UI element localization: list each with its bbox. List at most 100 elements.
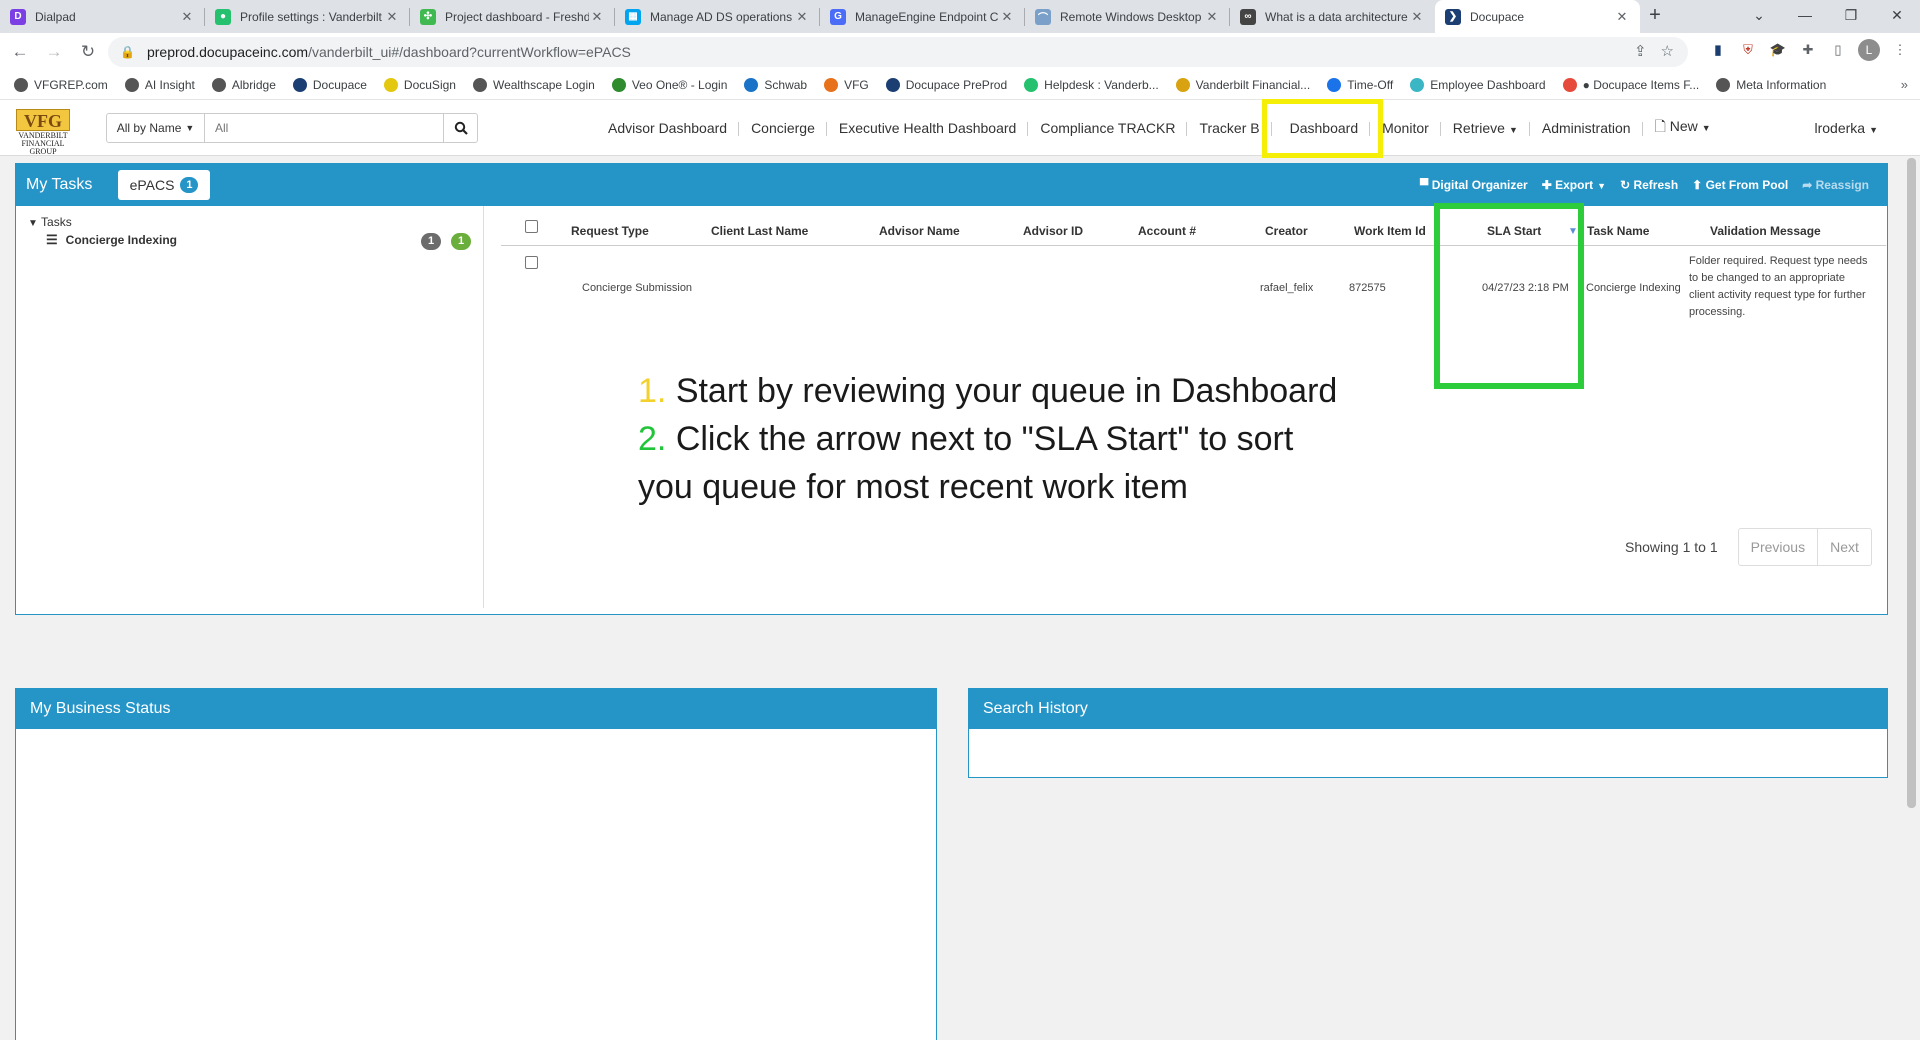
bookmark-favicon-icon	[824, 78, 839, 92]
tab-search-icon[interactable]: ⌄	[1736, 0, 1782, 30]
close-window-icon[interactable]: ✕	[1874, 0, 1920, 30]
bookmark-item[interactable]: Employee Dashboard	[1410, 78, 1546, 92]
extensions-puzzle-icon[interactable]: ✚	[1798, 40, 1818, 60]
search-scope-dropdown[interactable]: All by Name ▼	[107, 114, 205, 142]
search-history-panel: Search History	[968, 688, 1888, 778]
freshworks-icon: ✣	[420, 8, 436, 25]
next-page-button[interactable]: Next	[1818, 529, 1871, 565]
bookmark-item[interactable]: VFGREP.com	[14, 78, 108, 92]
tab-epacs[interactable]: ePACS 1	[118, 170, 210, 200]
bookmark-item[interactable]: DocuSign	[383, 78, 456, 92]
bookmark-favicon-icon	[1327, 78, 1342, 92]
col-creator[interactable]: Creator	[1265, 224, 1308, 238]
tab-close-icon[interactable]: ✕	[1409, 9, 1425, 25]
profile-avatar[interactable]: L	[1858, 39, 1880, 61]
digital-organizer-button[interactable]: ▀ Digital Organizer	[1420, 178, 1528, 192]
tab-close-icon[interactable]: ✕	[179, 9, 195, 25]
previous-page-button[interactable]: Previous	[1739, 529, 1819, 565]
search-button[interactable]	[443, 114, 477, 142]
forward-icon[interactable]: →	[40, 42, 68, 62]
bookmark-item[interactable]: VFG	[824, 78, 869, 92]
side-panel-icon[interactable]: ▯	[1828, 40, 1848, 60]
col-client-last-name[interactable]: Client Last Name	[711, 224, 808, 238]
maximize-icon[interactable]: ❐	[1828, 0, 1874, 30]
bookmark-star-icon[interactable]: ☆	[1661, 42, 1674, 60]
extension-hat-icon[interactable]: 🎓	[1768, 40, 1788, 60]
nav-tracker-b[interactable]: Tracker B	[1187, 120, 1272, 136]
browser-tab[interactable]: G ManageEngine Endpoint C ✕	[820, 0, 1025, 33]
bookmark-item[interactable]: Vanderbilt Financial...	[1175, 78, 1310, 92]
share-icon[interactable]: ⇪	[1634, 42, 1647, 60]
refresh-button[interactable]: ↻ Refresh	[1620, 178, 1678, 192]
bookmark-item[interactable]: Schwab	[744, 78, 807, 92]
col-advisor-name[interactable]: Advisor Name	[879, 224, 960, 238]
browser-tab[interactable]: D Dialpad ✕	[0, 0, 205, 33]
table-row[interactable]: Concierge Submission rafael_felix 872575…	[501, 246, 1886, 326]
col-validation-message[interactable]: Validation Message	[1710, 224, 1821, 238]
browser-tab[interactable]: ● Profile settings : Vanderbilt ✕	[205, 0, 410, 33]
nav-compliance-trackr[interactable]: Compliance TRACKR	[1028, 120, 1188, 136]
row-checkbox[interactable]	[525, 256, 538, 269]
tab-title: Dialpad	[35, 9, 76, 24]
tab-close-icon[interactable]: ✕	[1614, 9, 1630, 25]
export-button[interactable]: ✚ Export ▼	[1542, 178, 1606, 192]
cell-request-type: Concierge Submission	[582, 282, 693, 294]
tab-close-icon[interactable]: ✕	[794, 9, 810, 25]
nav-concierge[interactable]: Concierge	[739, 120, 827, 136]
bookmarks-overflow-icon[interactable]: »	[1901, 77, 1908, 92]
tab-close-icon[interactable]: ✕	[999, 9, 1015, 25]
bookmark-item[interactable]: Time-Off	[1327, 78, 1393, 92]
bookmark-item[interactable]: Meta Information	[1716, 78, 1826, 92]
nav-administration[interactable]: Administration	[1530, 120, 1643, 136]
extension-shield-icon[interactable]: ⛨	[1738, 40, 1758, 60]
browser-tab[interactable]: ❯ Docupace ✕	[1435, 0, 1640, 33]
col-task-name[interactable]: Task Name	[1587, 224, 1649, 238]
refresh-icon: ↻	[1620, 178, 1631, 192]
browser-tab[interactable]: ∞ What is a data architecture ✕	[1230, 0, 1435, 33]
new-tab-button[interactable]: +	[1640, 0, 1670, 33]
bookmark-item[interactable]: AI Insight	[124, 78, 195, 92]
browser-tab[interactable]: ▦ Manage AD DS operations ✕	[615, 0, 820, 33]
scrollbar-thumb[interactable]	[1907, 158, 1916, 808]
tab-close-icon[interactable]: ✕	[384, 9, 400, 25]
col-request-type[interactable]: Request Type	[571, 224, 649, 238]
back-icon[interactable]: ←	[6, 42, 34, 62]
nav-advisor-dashboard[interactable]: Advisor Dashboard	[596, 120, 740, 136]
browser-menu-icon[interactable]: ⋮	[1890, 40, 1910, 60]
tab-close-icon[interactable]: ✕	[589, 9, 605, 25]
col-work-item-id[interactable]: Work Item Id	[1354, 224, 1426, 238]
get-from-pool-button[interactable]: ⬆ Get From Pool	[1692, 178, 1788, 192]
bookmark-item[interactable]: Wealthscape Login	[472, 78, 595, 92]
url-bar[interactable]: 🔒 preprod.docupaceinc.com/vanderbilt_ui#…	[108, 37, 1688, 67]
bookmark-item[interactable]: Docupace	[292, 78, 367, 92]
browser-tab[interactable]: ✣ Project dashboard - Freshd ✕	[410, 0, 615, 33]
lock-icon[interactable]: 🔒	[120, 45, 135, 59]
vfg-logo[interactable]: VFG VANDERBILT FINANCIAL GROUP	[16, 109, 70, 156]
reassign-button[interactable]: ➦ Reassign	[1802, 178, 1869, 192]
reload-icon[interactable]: ↻	[74, 42, 102, 62]
browser-tab[interactable]: ⌒ Remote Windows Desktop ✕	[1025, 0, 1230, 33]
bookmark-item[interactable]: Docupace PreProd	[885, 78, 1007, 92]
bookmark-item[interactable]: ● Docupace Items F...	[1562, 78, 1700, 92]
nav-new[interactable]: 🗋 New ▼	[1643, 116, 1723, 140]
select-all-checkbox[interactable]	[525, 220, 538, 233]
page-scrollbar[interactable]	[1903, 156, 1920, 1040]
nav-executive-health-dashboard[interactable]: Executive Health Dashboard	[827, 120, 1029, 136]
nav-retrieve[interactable]: Retrieve ▼	[1441, 120, 1530, 136]
tree-root-tasks[interactable]: ▼ Tasks	[28, 215, 72, 229]
bookmark-item[interactable]: Veo One® - Login	[611, 78, 727, 92]
col-advisor-id[interactable]: Advisor ID	[1023, 224, 1083, 238]
col-account[interactable]: Account #	[1138, 224, 1196, 238]
bookmark-label: ● Docupace Items F...	[1582, 78, 1700, 92]
minimize-icon[interactable]: —	[1782, 0, 1828, 30]
user-menu[interactable]: lroderka ▼	[1814, 120, 1878, 136]
extension-bars-icon[interactable]: ▮	[1708, 40, 1728, 60]
bookmark-favicon-icon	[1562, 78, 1577, 92]
bookmark-item[interactable]: Albridge	[211, 78, 276, 92]
tree-item-concierge-indexing[interactable]: ☰ Concierge Indexing	[46, 232, 177, 248]
bookmark-label: Employee Dashboard	[1430, 78, 1546, 92]
tab-title: Profile settings : Vanderbilt	[240, 9, 382, 24]
search-input[interactable]	[205, 114, 443, 142]
tab-close-icon[interactable]: ✕	[1204, 9, 1220, 25]
bookmark-item[interactable]: Helpdesk : Vanderb...	[1024, 78, 1159, 92]
